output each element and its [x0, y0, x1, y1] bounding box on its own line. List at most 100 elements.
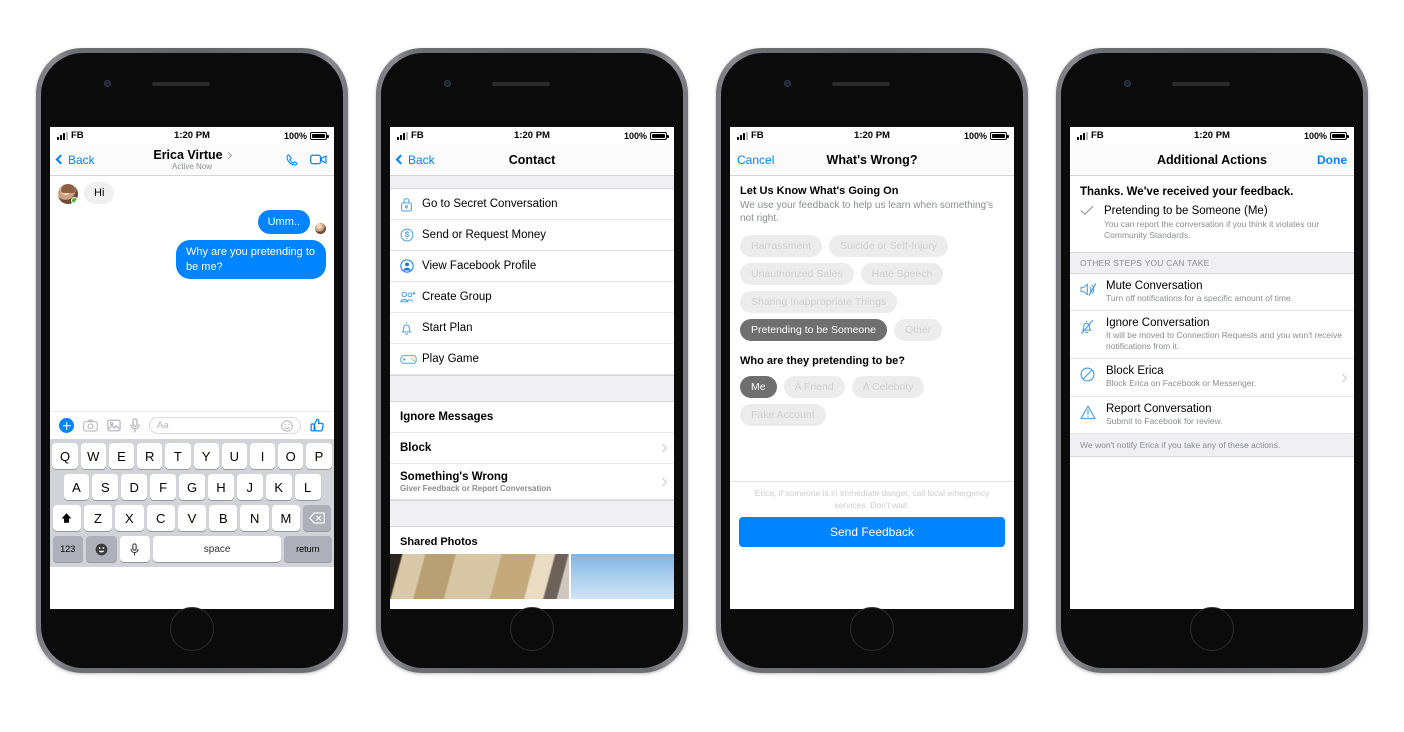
earpiece-speaker: [152, 82, 210, 86]
status-right: 100%: [624, 131, 669, 141]
home-button[interactable]: [850, 607, 894, 651]
list-item-somethings-wrong[interactable]: Something's Wrong Giver Feedback or Repo…: [390, 464, 674, 500]
home-button[interactable]: [170, 607, 214, 651]
key-m[interactable]: M: [271, 505, 301, 531]
message-bubble-outgoing[interactable]: Why are you pretending to be me?: [176, 240, 326, 279]
key-y[interactable]: Y: [193, 443, 219, 469]
key-n[interactable]: N: [240, 505, 269, 531]
chip-harrassment[interactable]: Harrassment: [740, 234, 823, 257]
shift-icon[interactable]: [52, 505, 81, 531]
message-row-outgoing-2: Why are you pretending to be me?: [58, 240, 326, 279]
plus-icon[interactable]: [59, 418, 74, 433]
chip-fake-account[interactable]: Fake Account: [740, 403, 826, 426]
list-item-view-profile[interactable]: View Facebook Profile: [390, 251, 674, 282]
chevron-right-icon: [1338, 373, 1347, 382]
chip-a-celebrity[interactable]: A Celebrity: [851, 375, 925, 398]
key-b[interactable]: B: [209, 505, 238, 531]
key-l[interactable]: L: [294, 474, 321, 500]
bell-icon: [400, 321, 422, 336]
backspace-icon[interactable]: [303, 505, 332, 531]
thumbs-up-icon[interactable]: [310, 418, 325, 433]
key-i[interactable]: I: [249, 443, 276, 469]
chip-unauthorized-sales[interactable]: Unauthorized Sales: [740, 262, 854, 285]
chevron-left-icon: [395, 154, 406, 165]
send-feedback-button[interactable]: Send Feedback: [739, 517, 1005, 547]
list-item-block[interactable]: Block: [390, 433, 674, 464]
list-item-start-plan[interactable]: Start Plan: [390, 313, 674, 344]
key-h[interactable]: H: [207, 474, 234, 500]
avatar[interactable]: [58, 184, 78, 204]
key-o[interactable]: O: [278, 443, 304, 469]
phone-icon[interactable]: [285, 153, 299, 167]
chip-pretending-to-be-someone[interactable]: Pretending to be Someone: [740, 318, 887, 341]
phone-face: FB 1:20 PM 100% Additional Actions Done …: [1061, 53, 1363, 668]
back-button[interactable]: Back: [55, 153, 95, 167]
list-item-send-money[interactable]: Send or Request Money: [390, 220, 674, 251]
on-screen-keyboard[interactable]: Q W E R T Y U I O P A S D F G H J K L Z …: [50, 439, 334, 567]
key-return[interactable]: return: [284, 536, 332, 562]
front-camera-icon: [104, 80, 111, 87]
shared-photo-thumbnail[interactable]: [570, 554, 674, 599]
shared-photos-strip[interactable]: [390, 554, 674, 599]
key-s[interactable]: S: [92, 474, 119, 500]
key-p[interactable]: P: [306, 443, 332, 469]
message-bubble-incoming[interactable]: Hi: [84, 182, 115, 204]
key-f[interactable]: F: [150, 474, 177, 500]
chip-suicide-self-injury[interactable]: Suicide or Self-Injury: [829, 234, 948, 257]
shared-photo-thumbnail[interactable]: [390, 554, 569, 599]
list-item-ignore-conversation[interactable]: Ignore Conversation It will be moved to …: [1070, 310, 1354, 360]
list-item-mute-conversation[interactable]: Mute Conversation Turn off notifications…: [1070, 273, 1354, 311]
key-d[interactable]: D: [121, 474, 148, 500]
microphone-icon[interactable]: [119, 536, 151, 562]
message-bubble-outgoing[interactable]: Umm..: [257, 210, 310, 235]
key-t[interactable]: T: [165, 443, 191, 469]
list-item-secret-conversation[interactable]: Go to Secret Conversation: [390, 189, 674, 220]
list-item-play-game[interactable]: Play Game: [390, 344, 674, 375]
nav-actions: Done: [1317, 153, 1347, 167]
chip-me[interactable]: Me: [740, 375, 777, 398]
key-x[interactable]: X: [115, 505, 144, 531]
message-composer: Aa: [50, 411, 334, 439]
key-z[interactable]: Z: [83, 505, 113, 531]
check-icon: [1080, 205, 1104, 242]
key-r[interactable]: R: [137, 443, 163, 469]
cancel-button[interactable]: Cancel: [737, 153, 774, 167]
camera-icon[interactable]: [83, 419, 98, 432]
key-k[interactable]: K: [265, 474, 292, 500]
key-e[interactable]: E: [108, 443, 135, 469]
message-thread[interactable]: Hi Umm.. Why are you pretending to be me…: [50, 176, 334, 411]
key-a[interactable]: A: [63, 474, 90, 500]
chip-other[interactable]: Other: [893, 318, 943, 341]
done-button[interactable]: Done: [1317, 153, 1347, 167]
list-item-create-group[interactable]: Create Group: [390, 282, 674, 313]
list-item-report-conversation[interactable]: Report Conversation Submit to Facebook f…: [1070, 396, 1354, 435]
emoji-icon[interactable]: [86, 536, 117, 562]
front-camera-icon: [1124, 80, 1131, 87]
chip-sharing-inappropriate-things[interactable]: Sharing Inappropriate Things: [740, 290, 898, 313]
video-camera-icon[interactable]: [310, 153, 327, 166]
key-u[interactable]: U: [221, 443, 247, 469]
phone-face: FB 1:20 PM 100% Back Contact Go to Secre…: [381, 53, 683, 668]
key-space[interactable]: space: [153, 536, 282, 562]
home-button[interactable]: [510, 607, 554, 651]
key-v[interactable]: V: [177, 505, 207, 531]
key-c[interactable]: C: [146, 505, 175, 531]
back-button[interactable]: Back: [395, 153, 435, 167]
key-j[interactable]: J: [236, 474, 263, 500]
list-item-block-erica[interactable]: Block Erica Block Erica on Facebook or M…: [1070, 359, 1354, 397]
key-numbers[interactable]: 123: [52, 536, 84, 562]
key-q[interactable]: Q: [52, 443, 78, 469]
list-item-ignore-messages[interactable]: Ignore Messages: [390, 402, 674, 433]
phone-face: FB 1:20 PM 100% Back Erica Virtue Active…: [41, 53, 343, 668]
photo-icon[interactable]: [107, 419, 121, 432]
screen-4: FB 1:20 PM 100% Additional Actions Done …: [1070, 127, 1354, 609]
keyboard-row-1: Q W E R T Y U I O P: [52, 443, 332, 469]
home-button[interactable]: [1190, 607, 1234, 651]
smiley-icon[interactable]: [281, 419, 293, 432]
microphone-icon[interactable]: [130, 418, 140, 433]
chip-a-friend[interactable]: A Friend: [783, 375, 845, 398]
key-g[interactable]: G: [179, 474, 205, 500]
message-input[interactable]: Aa: [149, 417, 301, 434]
key-w[interactable]: W: [80, 443, 106, 469]
chip-hate-speech[interactable]: Hate Speech: [860, 262, 944, 285]
